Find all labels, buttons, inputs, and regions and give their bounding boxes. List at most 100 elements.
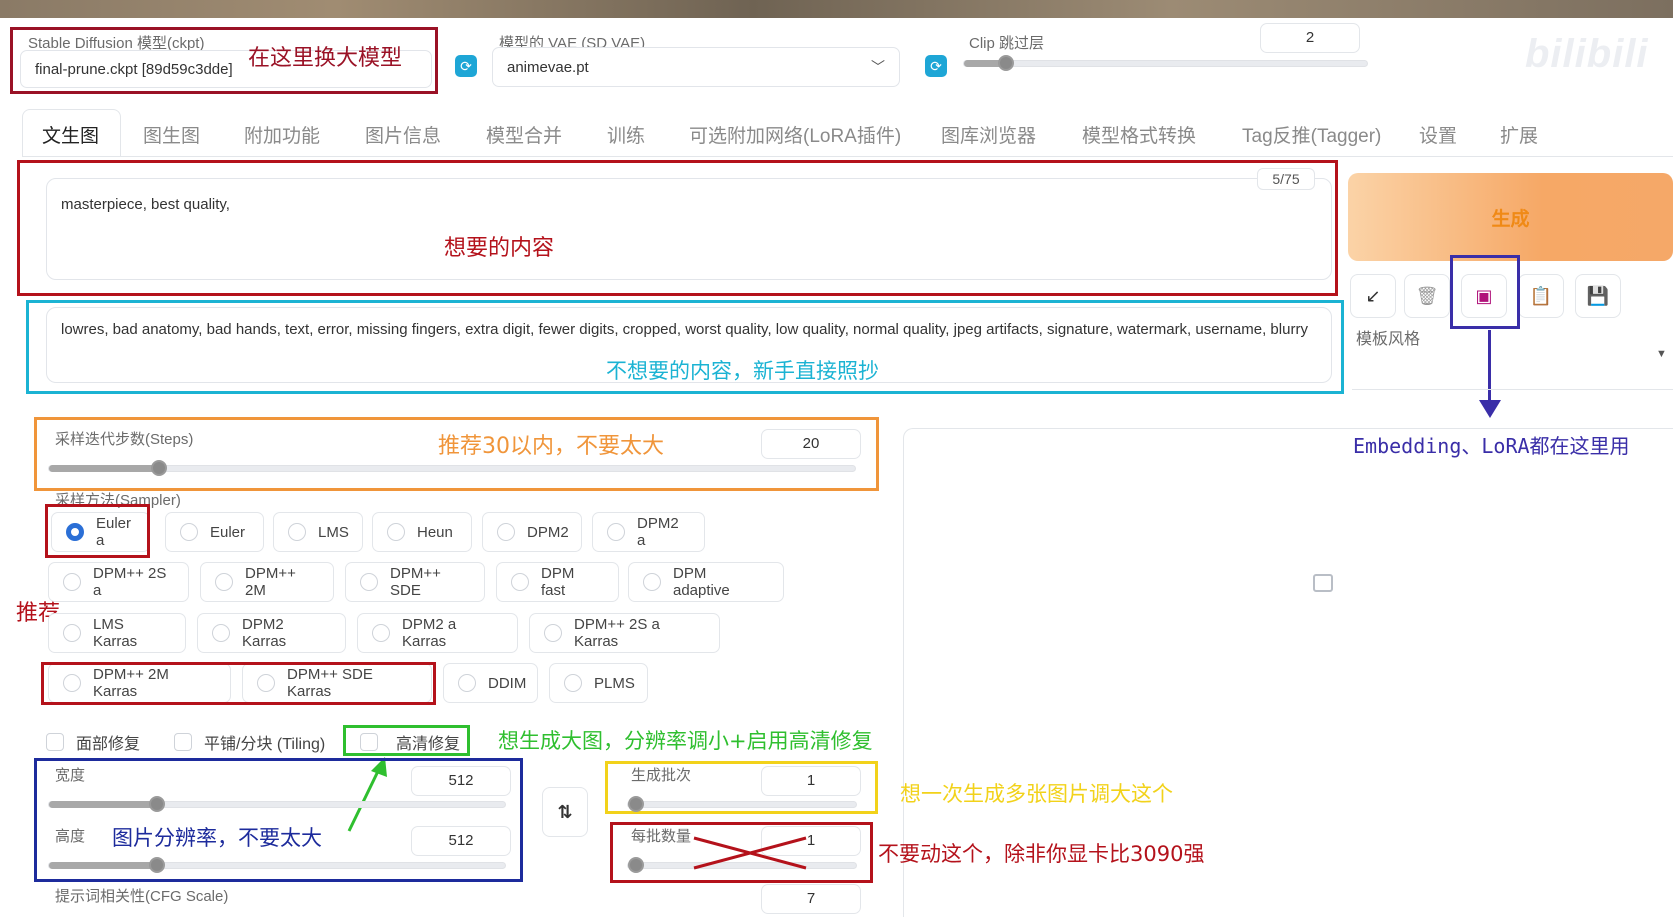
height-slider[interactable] <box>48 857 506 873</box>
tab-merge[interactable]: 模型合并 <box>486 121 562 148</box>
sampler-option-label: DPM2 <box>527 523 569 541</box>
sampler-option-dpm2-a[interactable]: DPM2 a <box>592 512 705 552</box>
tab-txt2img[interactable]: 文生图 <box>42 121 99 148</box>
face-restore-label: 面部修复 <box>76 736 141 753</box>
batch-size-label: 每批数量 <box>631 828 692 845</box>
radio-dot <box>564 674 582 692</box>
radio-dot <box>360 573 378 591</box>
clip-label: Clip 跳过层 <box>969 35 1045 52</box>
prompt-text: masterpiece, best quality, <box>61 196 230 213</box>
height-label: 高度 <box>55 828 86 845</box>
tab-additional-networks[interactable]: 可选附加网络(LoRA插件) <box>689 121 901 148</box>
batch-size-annotation: 不要动这个，除非你显卡比3090强 <box>878 842 1205 866</box>
image-placeholder-icon <box>1313 574 1333 592</box>
clip-slider[interactable] <box>963 55 1368 71</box>
ckpt-value: final-prune.ckpt [89d59c3dde] <box>35 60 233 78</box>
sampler-option-plms[interactable]: PLMS <box>549 663 648 703</box>
face-restore-checkbox[interactable]: 面部修复 <box>46 730 140 754</box>
tab-settings[interactable]: 设置 <box>1419 121 1457 148</box>
batch-count-slider[interactable] <box>627 796 857 812</box>
sampler-option-dpmpp-sde[interactable]: DPM++ SDE <box>345 562 485 602</box>
sampler-option-dpm-adaptive[interactable]: DPM adaptive <box>628 562 784 602</box>
radio-dot <box>212 624 230 642</box>
sampler-option-dpm2[interactable]: DPM2 <box>482 512 582 552</box>
tab-img2img[interactable]: 图生图 <box>143 121 200 148</box>
height-value-input[interactable]: 512 <box>411 826 511 856</box>
batch-count-input[interactable]: 1 <box>761 766 861 796</box>
chevron-down-icon: ﹀ <box>871 59 885 75</box>
vae-value: animevae.pt <box>507 58 589 76</box>
clip-value-input[interactable]: 2 <box>1260 23 1360 53</box>
radio-dot <box>180 523 198 541</box>
tiling-label: 平铺/分块 (Tiling) <box>204 736 326 753</box>
radio-dot <box>458 674 476 692</box>
cfg-label: 提示词相关性(CFG Scale) <box>55 888 229 905</box>
hires-annotation-box <box>343 725 470 756</box>
sampler-option-label: LMS <box>318 523 349 541</box>
width-label: 宽度 <box>55 767 86 784</box>
radio-dot <box>511 573 529 591</box>
sampler-option-label: DPM++ 2M <box>245 565 296 599</box>
sampler-option-dpm-fast[interactable]: DPM fast <box>496 562 619 602</box>
tab-extras[interactable]: 附加功能 <box>244 121 320 148</box>
sampler-option-dpm2-karras[interactable]: DPM2 Karras <box>197 613 346 653</box>
vae-select[interactable]: animevae.pt ﹀ <box>492 47 900 87</box>
width-slider[interactable] <box>48 796 506 812</box>
radio-dot <box>215 573 233 591</box>
tab-extensions[interactable]: 扩展 <box>1500 121 1538 148</box>
sampler-option-label: LMS Karras <box>93 616 138 650</box>
sampler-option-dpmpp-2m[interactable]: DPM++ 2M <box>200 562 334 602</box>
styles-dropdown[interactable] <box>1352 338 1673 390</box>
top-background-strip <box>0 0 1673 18</box>
sampler-option-dpmpp-2s-a[interactable]: DPM++ 2S a <box>48 562 189 602</box>
ckpt-refresh-icon[interactable]: ⟳ <box>455 55 477 77</box>
batch-size-cross-mark <box>693 836 807 870</box>
sampler-option-label: DPM++ SDE <box>390 565 441 599</box>
radio-dot <box>288 523 306 541</box>
swap-dimensions-icon[interactable]: ⇅ <box>542 787 588 837</box>
width-value-input[interactable]: 512 <box>411 766 511 796</box>
sampler-option-lms-karras[interactable]: LMS Karras <box>48 613 186 653</box>
batch-count-annotation: 想一次生成多张图片调大这个 <box>900 782 1173 806</box>
tab-png-info[interactable]: 图片信息 <box>365 121 441 148</box>
hires-annotation: 想生成大图，分辨率调小+启用高清修复 <box>498 729 873 753</box>
annotation-arrowhead <box>1479 400 1501 418</box>
tab-underline <box>22 156 1673 157</box>
sampler-option-label: DPM++ 2S a <box>93 565 167 599</box>
sampler-option-label: DPM2 a <box>637 515 679 549</box>
tab-model-convert[interactable]: 模型格式转换 <box>1082 121 1196 148</box>
sampler-option-euler[interactable]: Euler <box>165 512 264 552</box>
vae-refresh-icon[interactable]: ⟳ <box>925 55 947 77</box>
radio-dot <box>607 523 625 541</box>
sampler-option-dpmpp-2s-a-karras[interactable]: DPM++ 2S a Karras <box>529 613 720 653</box>
steps-annotation: 推荐30以内，不要太大 <box>438 434 664 459</box>
sampler-option-label: DPM++ 2S a Karras <box>574 616 660 650</box>
tab-train[interactable]: 训练 <box>607 121 645 148</box>
steps-label: 采样迭代步数(Steps) <box>55 431 194 448</box>
save-icon[interactable]: 💾 <box>1575 274 1621 318</box>
sampler-option-dpm2-a-karras[interactable]: DPM2 a Karras <box>357 613 518 653</box>
tab-tagger[interactable]: Tag反推(Tagger) <box>1242 121 1381 148</box>
sampler-option-heun[interactable]: Heun <box>372 512 472 552</box>
clipboard-icon[interactable]: 📋 <box>1518 274 1564 318</box>
tab-image-browser[interactable]: 图库浏览器 <box>941 121 1036 148</box>
negative-text: lowres, bad anatomy, bad hands, text, er… <box>61 321 1308 338</box>
generate-button[interactable]: 生成 <box>1348 173 1673 261</box>
radio-dot <box>372 624 390 642</box>
sampler-option-label: DPM2 Karras <box>242 616 287 650</box>
steps-slider[interactable] <box>48 460 856 476</box>
tiling-checkbox[interactable]: 平铺/分块 (Tiling) <box>174 730 325 754</box>
extra-networks-annotation-box <box>1450 255 1520 329</box>
steps-value-input[interactable]: 20 <box>761 429 861 459</box>
radio-dot <box>497 523 515 541</box>
sampler-option-label: Heun <box>417 523 453 541</box>
sampler-option-lms[interactable]: LMS <box>273 512 363 552</box>
prompt-textarea[interactable]: masterpiece, best quality, <box>46 178 1332 280</box>
trash-icon[interactable]: 🗑 <box>1404 274 1450 318</box>
arrow-icon[interactable]: ↙ <box>1350 274 1396 318</box>
cfg-value-input[interactable]: 7 <box>761 884 861 914</box>
radio-dot <box>643 573 661 591</box>
prompt-token-counter: 5/75 <box>1257 168 1315 190</box>
sampler-option-ddim[interactable]: DDIM <box>443 663 538 703</box>
sampler-option-label: DDIM <box>488 674 527 692</box>
